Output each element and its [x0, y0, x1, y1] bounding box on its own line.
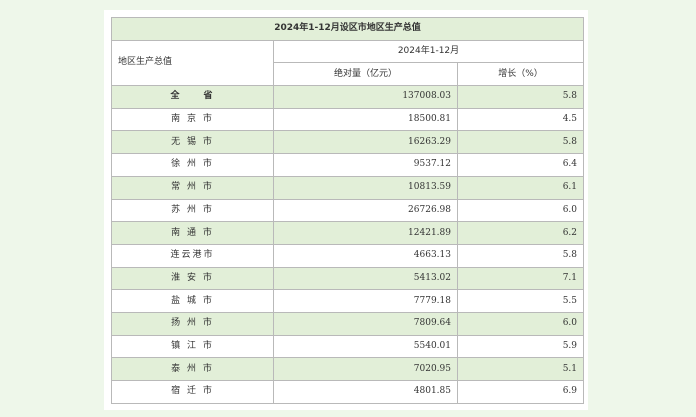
table-row: 徐 州 市 9537.12 6.4	[111, 153, 585, 177]
region-name: 扬 州 市	[111, 311, 274, 336]
table-row: 宿 迁 市 4801.85 6.9	[111, 380, 585, 404]
region-name: 全 省	[111, 85, 274, 109]
table-row: 全 省 137008.03 5.8	[111, 85, 585, 109]
growth-value: 6.2	[456, 221, 585, 245]
period-label: 2024年1-12月	[272, 39, 585, 64]
growth-value: 7.1	[456, 266, 585, 291]
table-row: 常 州 市 10813.59 6.1	[111, 175, 585, 200]
absolute-value: 10813.59	[273, 175, 458, 200]
growth-value: 5.9	[456, 334, 585, 359]
growth-value: 5.8	[456, 243, 585, 268]
table-row: 苏 州 市 26726.98 6.0	[111, 198, 585, 223]
table-row: 南 通 市 12421.89 6.2	[111, 221, 585, 245]
gdp-table: 2024年1-12月设区市地区生产总值 地区生产总值 2024年1-12月 绝对…	[110, 17, 585, 404]
absolute-value: 26726.98	[273, 198, 458, 223]
table-row: 无 锡 市 16263.29 5.8	[111, 130, 585, 155]
growth-value: 4.5	[456, 107, 585, 132]
table-row: 镇 江 市 5540.01 5.9	[111, 334, 585, 359]
absolute-value: 5540.01	[273, 334, 458, 359]
table-row: 淮 安 市 5413.02 7.1	[111, 266, 585, 291]
table-title: 2024年1-12月设区市地区生产总值	[110, 17, 585, 41]
growth-value: 5.1	[456, 357, 585, 381]
region-name: 淮 安 市	[111, 266, 274, 291]
absolute-value: 16263.29	[273, 130, 458, 155]
table-row: 盐 城 市 7779.18 5.5	[111, 289, 585, 313]
table-row: 南 京 市 18500.81 4.5	[111, 107, 585, 132]
growth-value: 5.8	[456, 130, 585, 155]
region-name: 宿 迁 市	[111, 380, 274, 404]
region-name: 徐 州 市	[111, 153, 274, 177]
absolute-value: 7809.64	[273, 311, 458, 336]
table-row: 泰 州 市 7020.95 5.1	[111, 357, 585, 381]
table-row: 扬 州 市 7809.64 6.0	[111, 311, 585, 336]
document-page: 2024年1-12月设区市地区生产总值 地区生产总值 2024年1-12月 绝对…	[104, 10, 588, 410]
table-row: 连云港市 4663.13 5.8	[111, 243, 585, 268]
growth-value: 5.8	[456, 85, 585, 109]
region-name: 苏 州 市	[111, 198, 274, 223]
absolute-value: 137008.03	[273, 85, 458, 109]
row-header-label: 地区生产总值	[111, 39, 274, 87]
growth-value: 6.4	[456, 153, 585, 177]
absolute-value: 5413.02	[273, 266, 458, 291]
absolute-value: 12421.89	[273, 221, 458, 245]
region-name: 无 锡 市	[111, 130, 274, 155]
absolute-value: 4663.13	[273, 243, 458, 268]
absolute-value: 18500.81	[273, 107, 458, 132]
region-name: 连云港市	[111, 243, 274, 268]
growth-value: 6.1	[456, 175, 585, 200]
absolute-value: 4801.85	[273, 380, 458, 404]
region-name: 南 通 市	[111, 221, 274, 245]
absolute-value: 9537.12	[273, 153, 458, 177]
growth-value: 5.5	[456, 289, 585, 313]
absolute-value: 7020.95	[273, 357, 458, 381]
table-title-row: 2024年1-12月设区市地区生产总值	[110, 17, 585, 41]
header-row: 地区生产总值 2024年1-12月	[111, 39, 585, 87]
region-name: 南 京 市	[111, 107, 274, 132]
growth-value: 6.0	[456, 198, 585, 223]
growth-value: 6.0	[456, 311, 585, 336]
absolute-value: 7779.18	[273, 289, 458, 313]
column-header-growth: 增长（%）	[456, 62, 585, 87]
region-name: 常 州 市	[111, 175, 274, 200]
growth-value: 6.9	[456, 380, 585, 404]
region-name: 镇 江 市	[111, 334, 274, 359]
column-header-absolute: 绝对量（亿元）	[273, 62, 458, 87]
region-name: 盐 城 市	[111, 289, 274, 313]
region-name: 泰 州 市	[111, 357, 274, 381]
